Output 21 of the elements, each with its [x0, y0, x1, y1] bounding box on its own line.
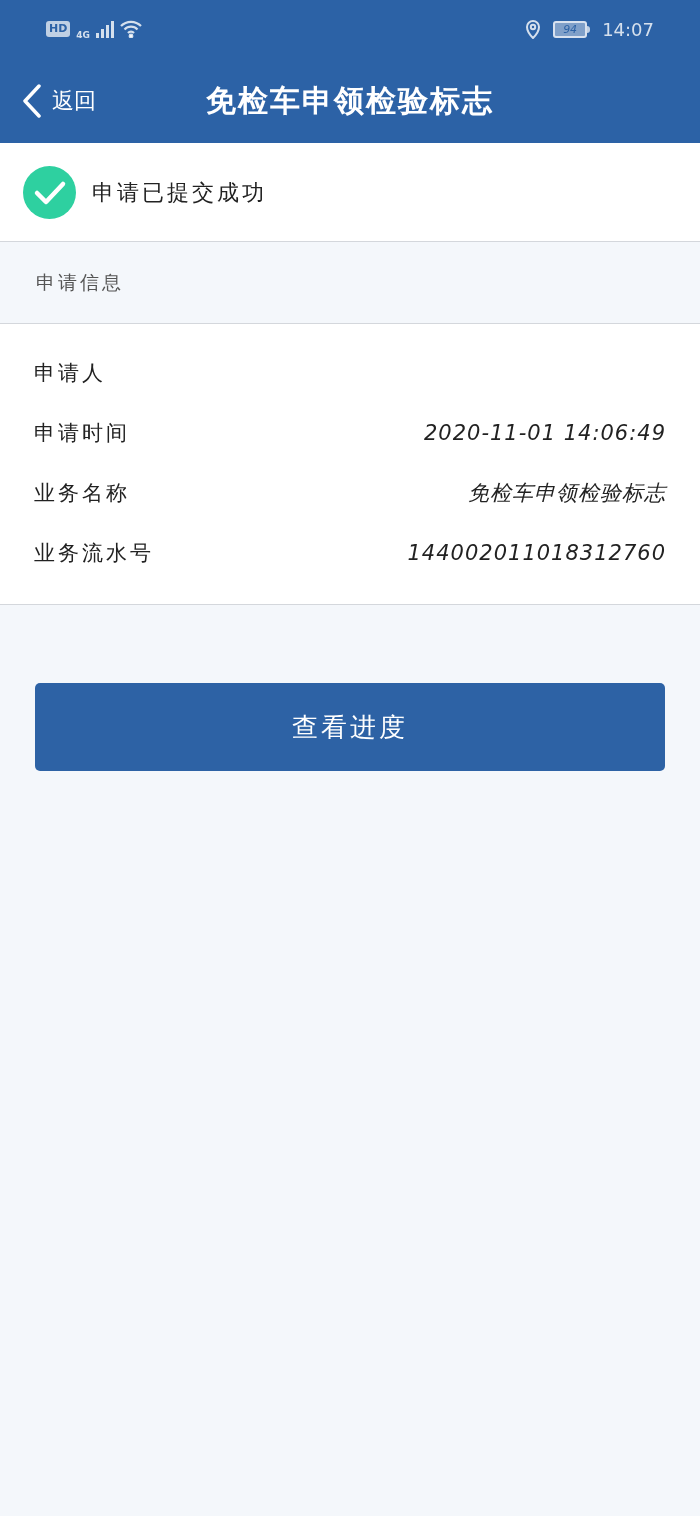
back-button[interactable]: 返回 — [22, 83, 96, 118]
field-label: 业务流水号 — [34, 540, 154, 568]
page-title: 免检车申领检验标志 — [206, 82, 494, 120]
field-value: 2020-11-01 14:06:49 — [423, 420, 666, 448]
view-progress-button[interactable]: 查看进度 — [35, 683, 665, 771]
location-icon — [525, 19, 542, 39]
section-title: 申请信息 — [36, 270, 124, 296]
success-check-icon — [23, 165, 76, 219]
battery-indicator: 94 — [553, 20, 588, 38]
field-label: 业务名称 — [34, 480, 130, 508]
success-message: 申请已提交成功 — [92, 178, 267, 207]
network-type: 4G — [76, 29, 90, 43]
wifi-icon — [120, 20, 142, 38]
hd-badge: HD — [46, 21, 71, 37]
clock-time: 14:07 — [602, 17, 654, 42]
field-label: 申请人 — [34, 360, 106, 388]
field-value: 144002011018312760 — [407, 540, 666, 568]
signal-icon — [96, 20, 114, 38]
field-label: 申请时间 — [34, 420, 130, 448]
chevron-left-icon — [22, 83, 42, 118]
field-value: 免检车申领检验标志 — [468, 480, 666, 508]
